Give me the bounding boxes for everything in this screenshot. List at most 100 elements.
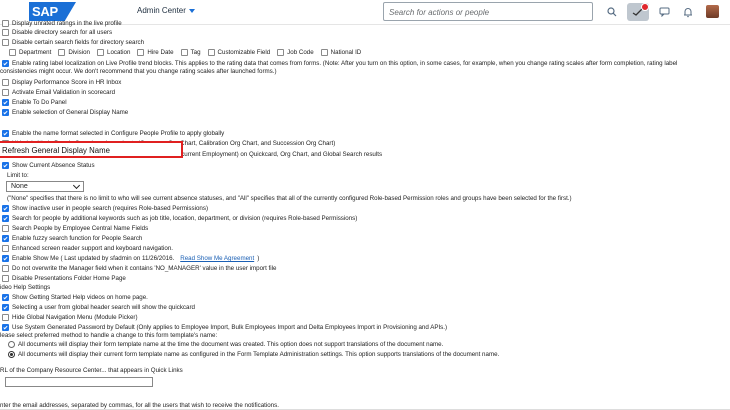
checkbox[interactable] <box>2 275 9 283</box>
bell-icon[interactable] <box>679 3 697 21</box>
radio[interactable] <box>8 351 15 359</box>
checkbox[interactable] <box>97 49 104 57</box>
radio-row[interactable]: All documents will display their current… <box>8 350 499 359</box>
setting-label: Activate Email Validation in scorecard <box>12 89 116 96</box>
setting-row[interactable]: Show Current Absence Status <box>2 161 95 170</box>
checkbox[interactable] <box>2 162 9 170</box>
admin-center-label: Admin Center <box>137 6 186 15</box>
setting-row[interactable]: Search People by Employee Central Name F… <box>2 224 148 233</box>
limit-select[interactable]: None <box>6 181 84 192</box>
setting-row[interactable]: Display Performance Score in HR Inbox <box>2 78 121 87</box>
checkbox[interactable] <box>180 49 188 57</box>
setting-row[interactable]: Enhanced screen reader support and keybo… <box>2 244 173 253</box>
checkbox[interactable] <box>2 255 9 263</box>
radio[interactable] <box>8 341 15 349</box>
checkbox[interactable] <box>277 49 285 57</box>
setting-label: Enable the name format selected in Confi… <box>12 130 225 137</box>
checkbox[interactable] <box>2 130 9 138</box>
setting-row[interactable]: Show Getting Started Help videos on home… <box>2 293 148 302</box>
checkbox[interactable] <box>137 49 145 57</box>
setting-row[interactable]: Disable Presentations Folder Home Page <box>2 274 126 283</box>
url-label: RL of the Company Resource Center... tha… <box>0 366 183 375</box>
setting-label: Hide Global Navigation Menu (Module Pick… <box>12 314 138 321</box>
setting-row[interactable]: Search for people by additional keywords… <box>2 214 357 223</box>
setting-label: Display unrated ratings in the live prof… <box>12 20 122 27</box>
video-help-heading: ideo Help Settings <box>0 284 51 291</box>
setting-row[interactable]: Enable selection of General Display Name <box>2 108 128 117</box>
setting-row[interactable]: Activate Email Validation in scorecard <box>2 88 115 97</box>
section-heading: lease select preferred method to handle … <box>0 331 217 340</box>
checkbox[interactable] <box>2 79 9 87</box>
checkbox[interactable] <box>207 49 215 57</box>
checkbox[interactable] <box>58 49 66 57</box>
notifications-alert-icon[interactable] <box>627 3 649 21</box>
field-location[interactable]: Location <box>97 48 130 57</box>
radio-label: All documents will display their current… <box>18 351 500 358</box>
checkbox[interactable] <box>2 304 9 312</box>
setting-row[interactable]: Display unrated ratings in the live prof… <box>2 19 122 28</box>
template-heading: lease select preferred method to handle … <box>0 332 218 339</box>
field-tag[interactable]: Tag <box>180 48 201 57</box>
checkbox[interactable] <box>2 314 9 322</box>
setting-label: Search People by Employee Central Name F… <box>12 225 149 232</box>
checkbox[interactable] <box>2 109 9 117</box>
setting-label: Show inactive user in people search (req… <box>12 205 209 212</box>
checkbox[interactable] <box>2 265 9 273</box>
field-department[interactable]: Department <box>9 48 51 57</box>
field-label: Hire Date <box>147 49 174 56</box>
setting-label: Enable Show Me ( Last updated by sfadmin… <box>12 255 175 262</box>
field-customizable[interactable]: Customizable Field <box>207 48 270 57</box>
chevron-down-icon <box>188 8 195 13</box>
checkbox[interactable] <box>2 205 9 213</box>
setting-row[interactable]: Enable Show Me ( Last updated by sfadmin… <box>2 254 259 263</box>
avatar[interactable] <box>706 5 719 18</box>
setting-row[interactable]: Do not overwrite the Manager field when … <box>2 264 276 273</box>
checkbox[interactable] <box>2 39 9 47</box>
refresh-general-display-name-tooltip[interactable]: Refresh General Display Name <box>0 141 183 158</box>
checkbox[interactable] <box>2 215 9 223</box>
setting-label: Show Getting Started Help videos on home… <box>12 294 148 301</box>
setting-row[interactable]: Disable directory search for all users <box>2 28 112 37</box>
setting-row[interactable]: Hide Global Navigation Menu (Module Pick… <box>2 313 138 322</box>
setting-row[interactable]: Selecting a user from global header sear… <box>2 303 195 312</box>
checkbox[interactable] <box>2 99 9 107</box>
field-hire-date[interactable]: Hire Date <box>137 48 174 57</box>
search-input[interactable]: Search for actions or people <box>383 2 593 21</box>
checkbox[interactable] <box>2 294 9 302</box>
setting-label: Do not overwrite the Manager field when … <box>12 265 277 272</box>
checkbox[interactable] <box>9 49 16 57</box>
tooltip-text: Refresh General Display Name <box>2 146 110 155</box>
limit-select-value: None <box>11 182 28 190</box>
chevron-down-icon <box>72 181 81 190</box>
field-label: Location <box>107 49 131 56</box>
admin-center-menu[interactable]: Admin Center <box>137 6 195 15</box>
setting-note: consistencies might occur. We don't reco… <box>0 67 277 76</box>
company-resource-url-input[interactable] <box>5 377 153 387</box>
field-job-code[interactable]: Job Code <box>277 48 314 57</box>
field-national-id[interactable]: National ID <box>320 48 362 57</box>
alert-badge <box>641 3 649 11</box>
setting-row[interactable]: Enable the name format selected in Confi… <box>2 129 224 138</box>
section-heading: ideo Help Settings <box>0 283 50 292</box>
field-label: National ID <box>330 49 362 56</box>
chat-icon[interactable] <box>655 3 673 21</box>
setting-row[interactable]: Enable To Do Panel <box>2 98 67 107</box>
checkbox[interactable] <box>2 89 9 97</box>
setting-row[interactable]: Disable certain search fields for direct… <box>2 38 144 47</box>
checkbox[interactable] <box>2 29 9 37</box>
field-label: Department <box>19 49 52 56</box>
search-icon[interactable] <box>603 3 621 21</box>
checkbox[interactable] <box>2 225 9 233</box>
setting-row[interactable]: Show inactive user in people search (req… <box>2 204 208 213</box>
setting-row[interactable]: Enable fuzzy search function for People … <box>2 234 142 243</box>
limit-label-text: Limit to: <box>7 172 29 179</box>
radio-label: All documents will display their form te… <box>18 341 444 348</box>
radio-row[interactable]: All documents will display their form te… <box>8 340 443 349</box>
checkbox[interactable] <box>2 235 9 243</box>
checkbox[interactable] <box>320 49 328 57</box>
checkbox[interactable] <box>2 245 9 253</box>
setting-label: Selecting a user from global header sear… <box>12 304 195 311</box>
checkbox[interactable] <box>2 20 9 28</box>
show-me-agreement-link[interactable]: Read Show Me Agreement <box>180 254 254 263</box>
field-division[interactable]: Division <box>58 48 90 57</box>
